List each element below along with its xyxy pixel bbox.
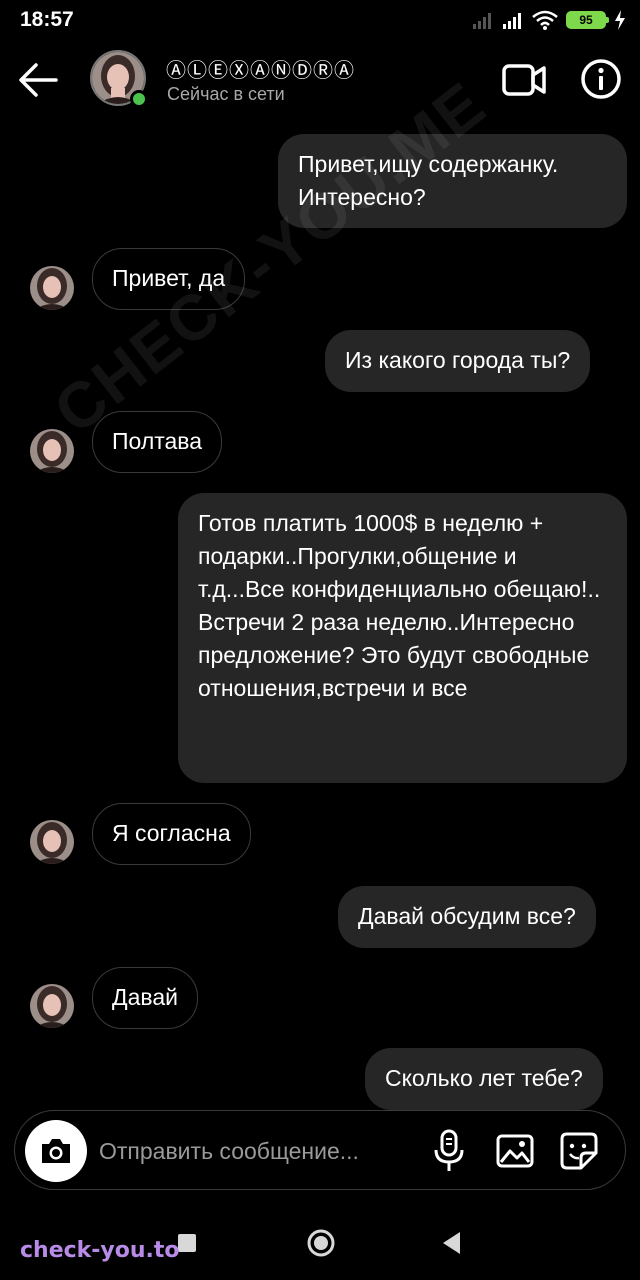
camera-button[interactable] xyxy=(25,1120,87,1182)
battery-level: 95 xyxy=(579,13,593,27)
message-received[interactable]: Привет, да xyxy=(92,248,246,310)
message-composer xyxy=(14,1110,626,1190)
sticker-icon xyxy=(560,1132,598,1170)
gallery-icon xyxy=(496,1134,534,1168)
contact-avatar-wrap[interactable] xyxy=(90,50,148,108)
sticker-button[interactable] xyxy=(559,1131,599,1171)
message-sent[interactable]: Сколько лет тебе? xyxy=(365,1048,603,1110)
message-input[interactable] xyxy=(99,1133,399,1169)
video-camera-icon xyxy=(502,64,546,96)
avatar[interactable] xyxy=(30,429,74,473)
back-button[interactable] xyxy=(16,58,60,102)
camera-icon xyxy=(42,1139,70,1163)
status-time: 18:57 xyxy=(20,8,74,31)
voice-message-button[interactable] xyxy=(433,1129,465,1173)
message-sent[interactable]: Привет,ищу содержанку. Интересно? xyxy=(278,134,627,228)
status-icons: 95 xyxy=(472,9,626,31)
home-circle-icon xyxy=(307,1229,335,1257)
back-triangle-icon xyxy=(443,1232,460,1254)
system-back-button[interactable] xyxy=(440,1230,462,1256)
message-sent[interactable]: Готов платить 1000$ в неделю + подарки..… xyxy=(178,493,627,783)
home-button[interactable] xyxy=(306,1228,336,1258)
microphone-icon xyxy=(434,1129,464,1171)
message-received[interactable]: Полтава xyxy=(92,411,223,473)
info-button[interactable] xyxy=(580,58,622,100)
message-list[interactable]: Привет,ищу содержанку. Интересно? Привет… xyxy=(0,120,640,1110)
info-icon xyxy=(581,59,621,99)
online-indicator xyxy=(130,90,148,108)
contact-status: Сейчас в сети xyxy=(167,84,285,104)
status-bar: 18:57 95 xyxy=(0,0,640,42)
wifi-icon xyxy=(532,10,558,30)
signal-icon-2 xyxy=(503,13,521,29)
message-received[interactable]: Я согласна xyxy=(92,803,251,865)
video-call-button[interactable] xyxy=(500,58,548,102)
avatar[interactable] xyxy=(30,266,74,310)
contact-name[interactable]: ⒶⓁⒺⓍⒶⓃⒹⓇⒶ xyxy=(166,54,355,83)
brand-watermark: check-you.to xyxy=(20,1238,180,1263)
message-sent[interactable]: Из какого города ты? xyxy=(325,330,591,392)
charging-bolt-icon xyxy=(615,10,625,30)
recent-apps-button[interactable] xyxy=(178,1234,196,1252)
avatar[interactable] xyxy=(30,984,74,1028)
message-sent[interactable]: Давай обсудим все? xyxy=(338,886,596,948)
battery-icon: 95 xyxy=(566,11,609,29)
signal-icon xyxy=(473,13,491,29)
back-arrow-icon xyxy=(19,63,58,97)
chat-header: ⒶⓁⒺⓍⒶⓃⒹⓇⒶ Сейчас в сети xyxy=(0,42,640,120)
message-received[interactable]: Давай xyxy=(92,967,198,1029)
gallery-button[interactable] xyxy=(495,1131,535,1171)
avatar[interactable] xyxy=(30,820,74,864)
